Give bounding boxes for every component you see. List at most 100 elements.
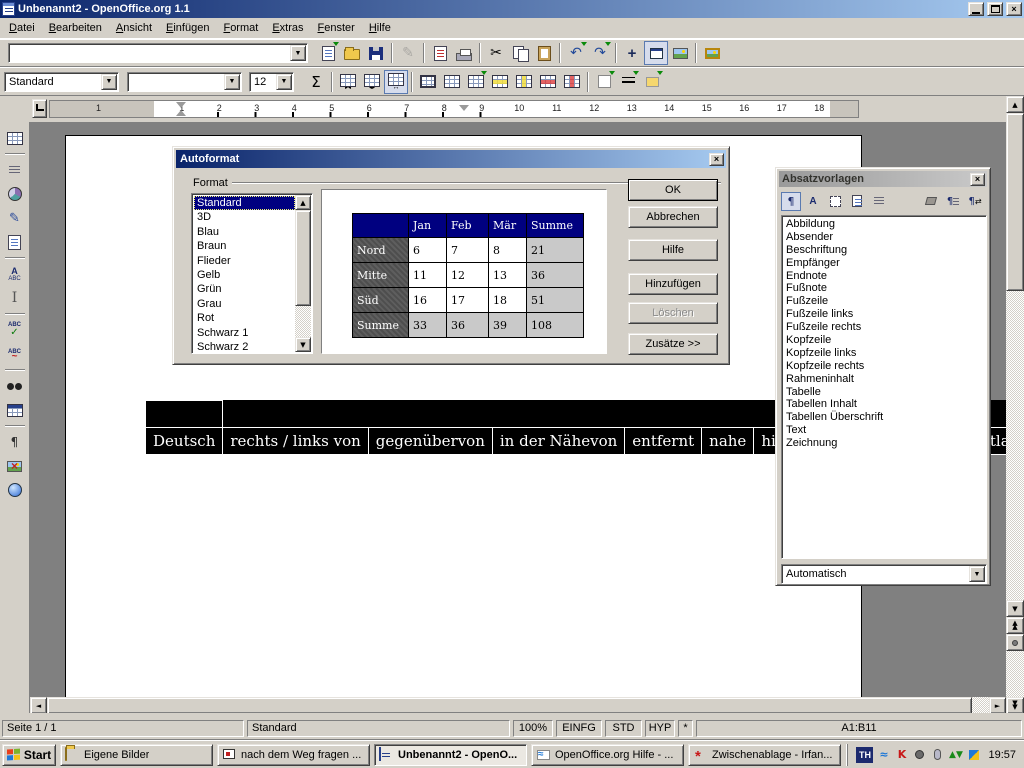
new-document-icon[interactable] [316,41,340,65]
menu-item[interactable]: Datei [2,20,42,36]
character-styles-icon[interactable]: A [803,192,823,211]
line-style-icon[interactable] [616,70,640,94]
volume-icon[interactable] [912,747,927,762]
format-item[interactable]: Standard [194,196,295,210]
list-scrollbar[interactable]: ▲ ▼ [295,195,311,352]
delete-column-icon[interactable] [560,70,584,94]
stylist-titlebar[interactable]: Absatzvorlagen × [779,171,987,187]
status-page-style[interactable]: Standard [247,720,510,737]
indent-marker-bottom[interactable] [176,110,186,116]
navigation-icon[interactable] [1006,634,1024,651]
antivirus-icon[interactable]: K [894,747,909,762]
style-item[interactable]: Empfänger [783,257,985,270]
german-cell[interactable]: Deutsch [146,428,223,455]
copy-icon[interactable] [508,41,532,65]
save-icon[interactable] [364,41,388,65]
style-item[interactable]: Beschriftung [783,244,985,257]
task-button-zwischenablage[interactable]: * Zwischenablage - Irfan... [688,744,841,766]
window-titlebar[interactable]: Unbenannt2 - OpenOffice.org 1.1 × [0,0,1024,18]
task-button-eigene-bilder[interactable]: Eigene Bilder [60,744,213,766]
dropdown-arrow-icon[interactable]: ▼ [101,74,117,90]
vertical-scrollbar[interactable]: ▲ ▼ ▲▲ [1006,96,1024,697]
style-item[interactable]: Abbildung [783,218,985,231]
quickstarter-icon[interactable]: ≈ [876,747,891,762]
split-cells-icon[interactable]: ◂▸ [360,70,384,94]
horizontal-scrollbar[interactable]: ◄ ► [30,697,1006,714]
format-item[interactable]: Blau [194,225,295,239]
insert-form-icon[interactable] [3,230,27,254]
style-item[interactable]: Endnote [783,270,985,283]
update-style-icon[interactable]: ¶⇄ [965,192,985,211]
style-item[interactable]: Fußnote [783,282,985,295]
horizontal-ruler[interactable]: 1 123456789101112131415161718 [49,100,859,118]
font-name-combobox[interactable]: ▼ [127,72,242,92]
graphics-on-off-icon[interactable]: × [3,454,27,478]
style-list[interactable]: AbbildungAbsenderBeschriftungEmpfängerEn… [781,215,987,559]
sum-icon[interactable]: Σ [304,70,328,94]
style-item[interactable]: Tabellen Inhalt [783,398,985,411]
insert-fields-icon[interactable] [3,158,27,182]
page-styles-icon[interactable] [847,192,867,211]
menu-item[interactable]: Extras [265,20,310,36]
delete-row-icon[interactable] [536,70,560,94]
paragraph-styles-icon[interactable]: ¶ [781,192,801,211]
status-hyperlink-mode[interactable]: HYP [645,720,675,737]
style-item[interactable]: Fußzeile rechts [783,321,985,334]
german-cell[interactable]: nahe [702,428,754,455]
maximize-button[interactable] [987,2,1003,16]
dropdown-arrow-icon[interactable]: ▼ [969,566,985,582]
stylist-close-icon[interactable]: × [970,173,985,186]
german-cell[interactable]: gegenübervon [368,428,492,455]
format-item[interactable]: Grau [194,297,295,311]
paragraph-style-combobox[interactable]: Standard ▼ [4,72,119,92]
style-filter-combobox[interactable]: Automatisch ▼ [781,564,987,584]
insert-row-icon[interactable] [488,70,512,94]
scroll-down-icon[interactable]: ▼ [295,337,311,352]
minimize-button[interactable] [968,2,984,16]
background-color-icon[interactable] [640,70,664,94]
style-item[interactable]: Tabellen Überschrift [783,411,985,424]
dropdown-arrow-icon[interactable]: ▼ [224,74,240,90]
clock[interactable]: 19:57 [988,749,1016,761]
menu-item[interactable]: Hilfe [362,20,398,36]
scroll-up-icon[interactable]: ▲ [1006,96,1024,113]
direct-cursor-icon[interactable]: I [3,286,27,310]
redo-icon[interactable]: ↷ [588,41,612,65]
borders-icon[interactable] [592,70,616,94]
font-size-combobox[interactable]: 12 ▼ [249,72,294,92]
style-item[interactable]: Rahmeninhalt [783,373,985,386]
tab-type-button[interactable] [32,99,47,118]
ok-button[interactable]: OK [628,179,718,201]
menu-item[interactable]: Einfügen [159,20,216,36]
export-pdf-icon[interactable] [428,41,452,65]
dropdown-arrow-icon[interactable]: ▼ [276,74,292,90]
format-item[interactable]: Rot [194,311,295,325]
menu-item[interactable]: Format [216,20,265,36]
task-button-weg-fragen[interactable]: nach dem Weg fragen ... [217,744,370,766]
online-layout-icon[interactable] [3,478,27,502]
fill-format-mode-icon[interactable] [921,192,941,211]
format-item[interactable]: Braun [194,239,295,253]
style-item[interactable]: Fußzeile links [783,308,985,321]
url-combobox[interactable]: ▼ [8,43,308,63]
format-item[interactable]: Grün [194,282,295,296]
right-indent-marker[interactable] [459,105,469,111]
table-fixed-icon[interactable] [416,70,440,94]
app-icon[interactable] [2,2,15,16]
edit-file-icon[interactable]: ✎ [396,41,420,65]
mouse-settings-icon[interactable] [930,747,945,762]
gallery-icon[interactable] [668,41,692,65]
vertical-scroll-thumb[interactable] [1006,113,1024,291]
spellcheck-icon[interactable]: ABC✓ [3,318,27,342]
style-item[interactable]: Kopfzeile [783,334,985,347]
next-page-icon[interactable]: ▼▼ [1006,697,1024,714]
more-options-button[interactable]: Zusätze >> [628,333,718,355]
close-button[interactable]: × [1006,2,1022,16]
new-style-from-selection-icon[interactable]: ¶ [943,192,963,211]
insert-column-icon[interactable] [512,70,536,94]
table-autoformat-icon[interactable] [464,70,488,94]
status-page[interactable]: Seite 1 / 1 [2,720,244,737]
status-selection-mode[interactable]: STD [605,720,642,737]
dialog-titlebar[interactable]: Autoformat × [176,150,726,168]
menu-item[interactable]: Fenster [311,20,362,36]
